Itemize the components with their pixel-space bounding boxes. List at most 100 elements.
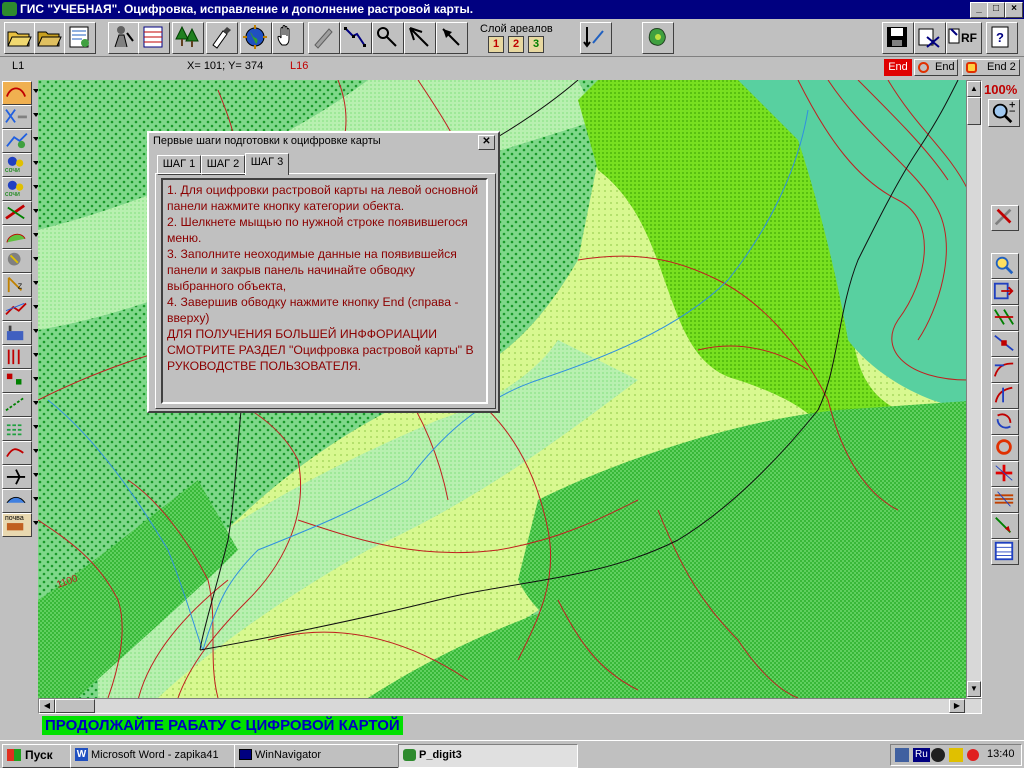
join-icon xyxy=(994,386,1013,403)
end-red-button[interactable]: End xyxy=(884,59,912,76)
tray-speaker-icon[interactable] xyxy=(949,748,963,762)
rf-button[interactable]: RF xyxy=(946,22,982,54)
zoom-area-button[interactable] xyxy=(991,253,1019,279)
winnavigator-icon xyxy=(239,749,252,760)
category-airport-button[interactable] xyxy=(2,465,39,489)
category-roads-button[interactable] xyxy=(2,201,39,225)
move-right-button[interactable] xyxy=(991,279,1019,305)
scroll-up-button[interactable]: ▲ xyxy=(967,81,981,97)
open-folder-2-button[interactable] xyxy=(34,22,66,54)
brush-button[interactable] xyxy=(206,22,238,54)
layer-2-button[interactable]: 2 xyxy=(508,36,524,53)
pen-button[interactable] xyxy=(308,22,340,54)
cut-button[interactable] xyxy=(991,513,1019,539)
tab-step-1[interactable]: ШАГ 1 xyxy=(157,155,201,175)
join-button[interactable] xyxy=(991,383,1019,409)
globe-button[interactable] xyxy=(240,22,272,54)
category-hydro-button[interactable] xyxy=(2,105,39,129)
task-word[interactable]: W Microsoft Word - zapika41 xyxy=(70,744,252,768)
layer-code-label: L16 xyxy=(290,60,309,72)
export-button[interactable] xyxy=(914,22,946,54)
category-relief-button[interactable] xyxy=(2,81,39,105)
map-view-button[interactable] xyxy=(64,22,96,54)
category-soil-button[interactable] xyxy=(2,249,39,273)
edit-node-button[interactable] xyxy=(372,22,404,54)
end-button[interactable]: End xyxy=(914,59,958,76)
category-trails-button[interactable] xyxy=(2,393,39,417)
category-river-button[interactable] xyxy=(2,129,39,153)
task-winnavigator[interactable]: WinNavigator xyxy=(234,744,416,768)
scroll-down-button[interactable]: ▼ xyxy=(967,681,981,697)
task-p-digit3[interactable]: P_digit3 xyxy=(398,744,578,768)
attribute-table-button[interactable] xyxy=(991,539,1019,565)
vertical-scrollbar[interactable]: ▲ ▼ xyxy=(966,80,982,698)
category-sochi-1-button[interactable]: сочи xyxy=(2,153,39,177)
end2-button[interactable]: End 2 xyxy=(962,59,1020,76)
dialog-close-button[interactable]: ✕ xyxy=(478,135,495,150)
category-cliffs-button[interactable] xyxy=(2,441,39,465)
digitize-person-button[interactable] xyxy=(108,22,140,54)
split-button[interactable] xyxy=(991,305,1019,331)
instruction-step-1: 1. Для оцифровки растровой карты на лево… xyxy=(167,183,479,213)
maximize-button[interactable]: □ xyxy=(987,2,1005,18)
category-boundary-button[interactable]: Z xyxy=(2,273,39,297)
area-button[interactable] xyxy=(642,22,674,54)
category-services-button[interactable] xyxy=(2,345,39,369)
merge-icon xyxy=(994,334,1014,352)
airplane-icon xyxy=(6,469,26,485)
open-folder-button[interactable] xyxy=(4,22,36,54)
scroll-left-button[interactable]: ◀ xyxy=(39,699,55,713)
cross-button[interactable] xyxy=(991,461,1019,487)
close-button[interactable]: × xyxy=(1005,2,1023,18)
help-book-button[interactable]: ? xyxy=(986,22,1018,54)
railway-icon xyxy=(5,302,27,316)
merge-button[interactable] xyxy=(991,331,1019,357)
layer-1-button[interactable]: 1 xyxy=(488,36,504,53)
category-swamp-button[interactable] xyxy=(2,417,39,441)
arrow-tool-button[interactable] xyxy=(404,22,436,54)
move-right-icon xyxy=(993,282,1014,300)
minimize-button[interactable]: _ xyxy=(970,2,988,18)
status-row: L1 X= 101; Y= 374 L16 End End End 2 xyxy=(0,57,1024,79)
select-arrow-button[interactable] xyxy=(436,22,468,54)
category-industry-button[interactable] xyxy=(2,321,39,345)
tab-step-2[interactable]: ШАГ 2 xyxy=(201,155,245,175)
lang-indicator[interactable]: Ru xyxy=(913,748,930,762)
curve-button[interactable] xyxy=(991,357,1019,383)
horizontal-scrollbar[interactable]: ◀ ▶ xyxy=(38,698,982,714)
polyline-button[interactable] xyxy=(340,22,372,54)
tray-disk-icon[interactable] xyxy=(931,748,945,762)
system-tray: Ru 13:40 xyxy=(890,744,1022,766)
pan-hand-button[interactable] xyxy=(272,22,304,54)
arrow-tool-icon xyxy=(409,27,429,47)
hand-icon xyxy=(277,25,290,46)
swamp-icon xyxy=(6,424,24,436)
category-gis-button[interactable] xyxy=(2,489,39,513)
reverse-button[interactable] xyxy=(991,409,1019,435)
tab-step-3[interactable]: ШАГ 3 xyxy=(245,153,289,175)
category-sochi-2-button[interactable]: сочи xyxy=(2,177,39,201)
category-railway-button[interactable] xyxy=(2,297,39,321)
forest-button[interactable] xyxy=(172,22,204,54)
zoom-button[interactable] xyxy=(988,99,1020,127)
category-soil-map-button[interactable]: почва xyxy=(2,513,39,537)
category-landuse-button[interactable] xyxy=(2,369,39,393)
roads-icon xyxy=(5,204,25,220)
sochi-label-2: сочи xyxy=(5,191,20,198)
tools-button[interactable] xyxy=(991,205,1019,231)
layers-stack-button[interactable] xyxy=(991,487,1019,513)
taskbar: Пуск W Microsoft Word - zapika41 WinNavi… xyxy=(0,740,1024,768)
ring-button[interactable] xyxy=(991,435,1019,461)
tray-alert-icon[interactable] xyxy=(967,749,979,761)
globe-icon xyxy=(243,25,267,49)
scroll-right-button[interactable]: ▶ xyxy=(949,699,965,713)
tray-network-icon[interactable] xyxy=(895,748,909,762)
sort-button[interactable] xyxy=(580,22,612,54)
node-edit-icon xyxy=(377,27,397,47)
save-button[interactable] xyxy=(882,22,914,54)
vscroll-thumb[interactable] xyxy=(967,97,981,125)
hscroll-thumb[interactable] xyxy=(55,699,95,713)
layer-3-button[interactable]: 3 xyxy=(528,36,544,53)
category-vegetation-button[interactable] xyxy=(2,225,39,249)
table-button[interactable] xyxy=(138,22,170,54)
